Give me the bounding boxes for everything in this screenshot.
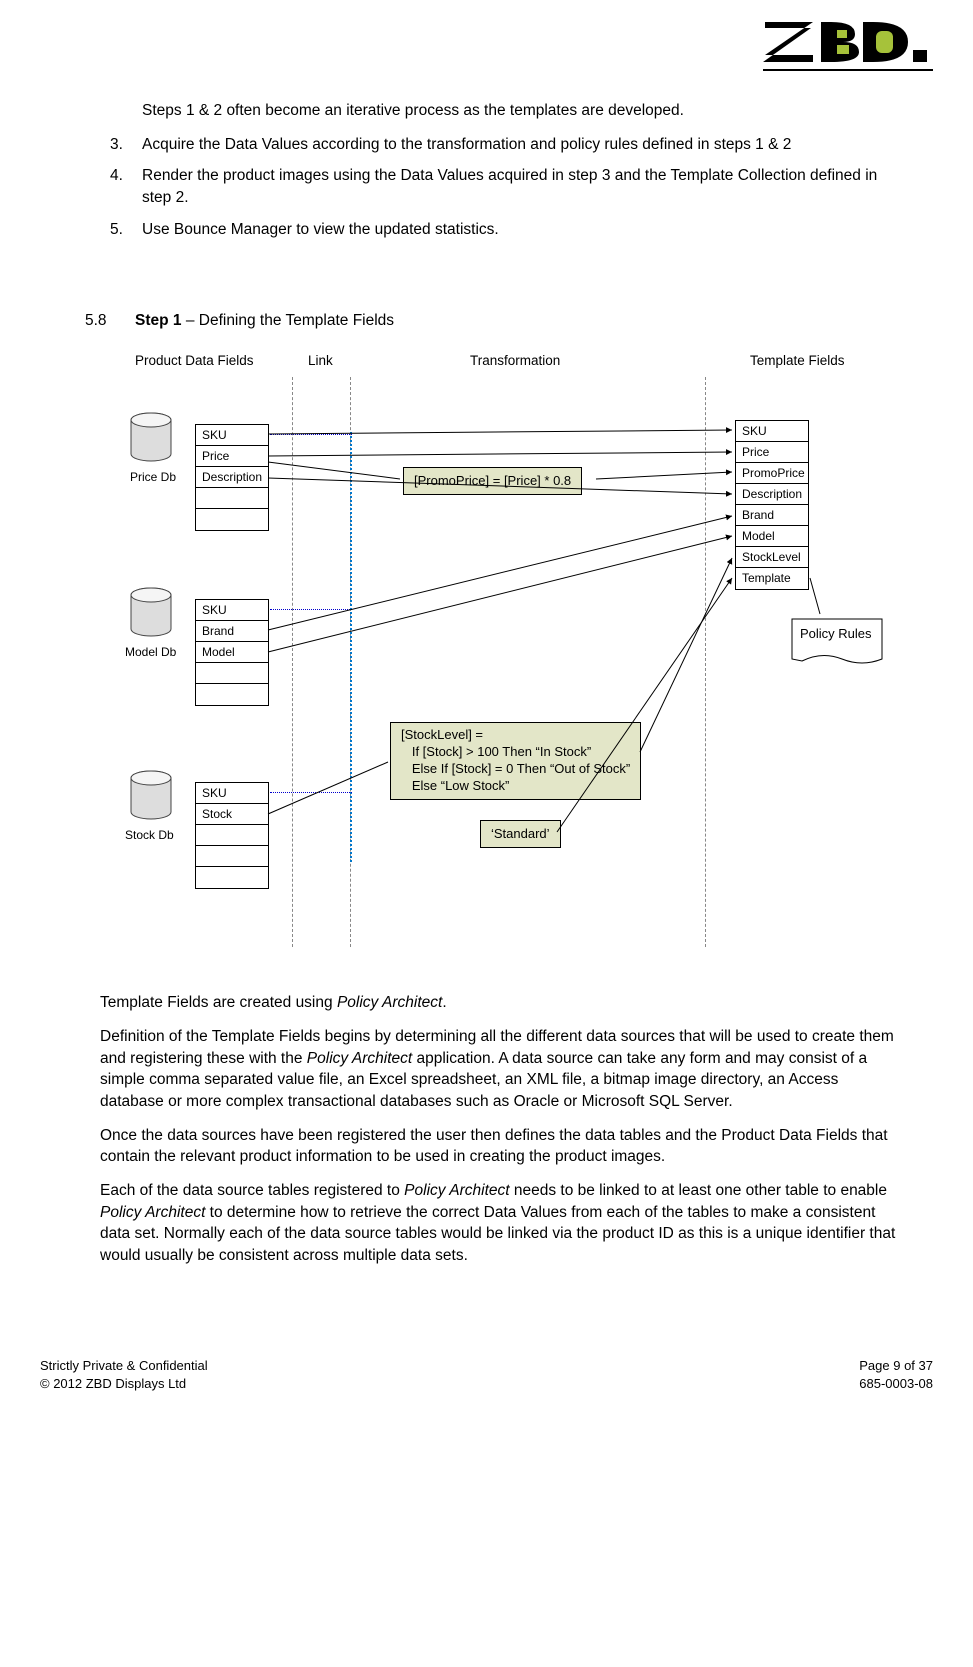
section-title-rest: – Defining the Template Fields — [182, 312, 395, 329]
header-template-fields: Template Fields — [750, 352, 845, 371]
field-row: Brand — [196, 621, 268, 642]
field-row — [196, 663, 268, 684]
field-row — [196, 509, 268, 530]
trans-line: [StockLevel] = — [401, 727, 630, 744]
price-db-label: Price Db — [130, 469, 176, 486]
section-heading: 5.8 Step 1 – Defining the Template Field… — [100, 310, 903, 332]
body-p4: Each of the data source tables registere… — [100, 1180, 903, 1267]
field-row: Description — [196, 467, 268, 488]
cylinder-icon — [130, 587, 172, 644]
footer-copyright: © 2012 ZBD Displays Ltd — [40, 1375, 208, 1393]
page-footer: Strictly Private & Confidential © 2012 Z… — [40, 1357, 933, 1393]
text: to determine how to retrieve the correct… — [100, 1204, 895, 1264]
body-p3: Once the data sources have been register… — [100, 1125, 903, 1168]
footer-confidential: Strictly Private & Confidential — [40, 1357, 208, 1375]
field-row: StockLevel — [736, 547, 808, 568]
field-row — [196, 867, 268, 888]
transformation-standard: ‘Standard’ — [480, 820, 561, 848]
model-db-fields: SKU Brand Model — [195, 599, 269, 706]
list-number: 4. — [110, 165, 142, 208]
field-row: Model — [736, 526, 808, 547]
trans-line: Else If [Stock] = 0 Then “Out of Stock” — [401, 761, 630, 778]
field-row — [196, 684, 268, 705]
text: Each of the data source tables registere… — [100, 1182, 404, 1199]
text: Template Fields are created using — [100, 994, 337, 1011]
header-product-data-fields: Product Data Fields — [135, 352, 254, 371]
trans-line: Else “Low Stock” — [401, 778, 630, 795]
body-p1: Template Fields are created using Policy… — [100, 992, 903, 1014]
header-transformation: Transformation — [470, 352, 560, 371]
model-db-label: Model Db — [125, 644, 176, 661]
footer-doc-id: 685-0003-08 — [859, 1375, 933, 1393]
cylinder-icon — [130, 412, 172, 469]
field-row: Price — [196, 446, 268, 467]
field-row: Brand — [736, 505, 808, 526]
transformation-promoprice: [PromoPrice] = [Price] * 0.8 — [403, 467, 582, 495]
list-number: 5. — [110, 219, 142, 241]
section-title-bold: Step 1 — [135, 312, 182, 329]
field-row: Model — [196, 642, 268, 663]
list-item-3: 3. Acquire the Data Values according to … — [100, 134, 903, 156]
field-row — [196, 846, 268, 867]
field-row: PromoPrice — [736, 463, 808, 484]
footer-left: Strictly Private & Confidential © 2012 Z… — [40, 1357, 208, 1393]
italic-text: Policy Architect — [337, 994, 442, 1011]
italic-text: Policy Architect — [307, 1050, 412, 1067]
list-item-4: 4. Render the product images using the D… — [100, 165, 903, 208]
list-number: 3. — [110, 134, 142, 156]
field-row: Description — [736, 484, 808, 505]
price-db-fields: SKU Price Description — [195, 424, 269, 531]
italic-text: Policy Architect — [100, 1204, 205, 1221]
zbd-logo — [763, 20, 933, 77]
field-row: SKU — [196, 783, 268, 804]
body-p2: Definition of the Template Fields begins… — [100, 1026, 903, 1113]
field-row: SKU — [736, 421, 808, 442]
list-text: Use Bounce Manager to view the updated s… — [142, 219, 903, 241]
list-text: Render the product images using the Data… — [142, 165, 903, 208]
section-number: 5.8 — [85, 310, 135, 332]
list-text: Acquire the Data Values according to the… — [142, 134, 903, 156]
footer-right: Page 9 of 37 685-0003-08 — [859, 1357, 933, 1393]
trans-line: If [Stock] > 100 Then “In Stock” — [401, 744, 630, 761]
intro-note: Steps 1 & 2 often become an iterative pr… — [142, 100, 903, 122]
policy-rules-label: Policy Rules — [800, 625, 872, 643]
template-fields-diagram: Product Data Fields Link Transformation … — [100, 352, 903, 972]
field-row: SKU — [196, 600, 268, 621]
italic-text: Policy Architect — [404, 1182, 509, 1199]
stock-db-label: Stock Db — [125, 827, 174, 844]
field-row: SKU — [196, 425, 268, 446]
list-item-5: 5. Use Bounce Manager to view the update… — [100, 219, 903, 241]
cylinder-icon — [130, 770, 172, 827]
template-fields-table: SKU Price PromoPrice Description Brand M… — [735, 420, 809, 590]
policy-rules-doc: Policy Rules — [790, 617, 882, 665]
stock-db-fields: SKU Stock — [195, 782, 269, 889]
field-row: Template — [736, 568, 808, 589]
transformation-stocklevel: [StockLevel] = If [Stock] > 100 Then “In… — [390, 722, 641, 800]
footer-page-number: Page 9 of 37 — [859, 1357, 933, 1375]
field-row: Stock — [196, 804, 268, 825]
field-row — [196, 825, 268, 846]
field-row — [196, 488, 268, 509]
header-link: Link — [308, 352, 333, 371]
text: needs to be linked to at least one other… — [510, 1182, 887, 1199]
text: . — [442, 994, 446, 1011]
field-row: Price — [736, 442, 808, 463]
